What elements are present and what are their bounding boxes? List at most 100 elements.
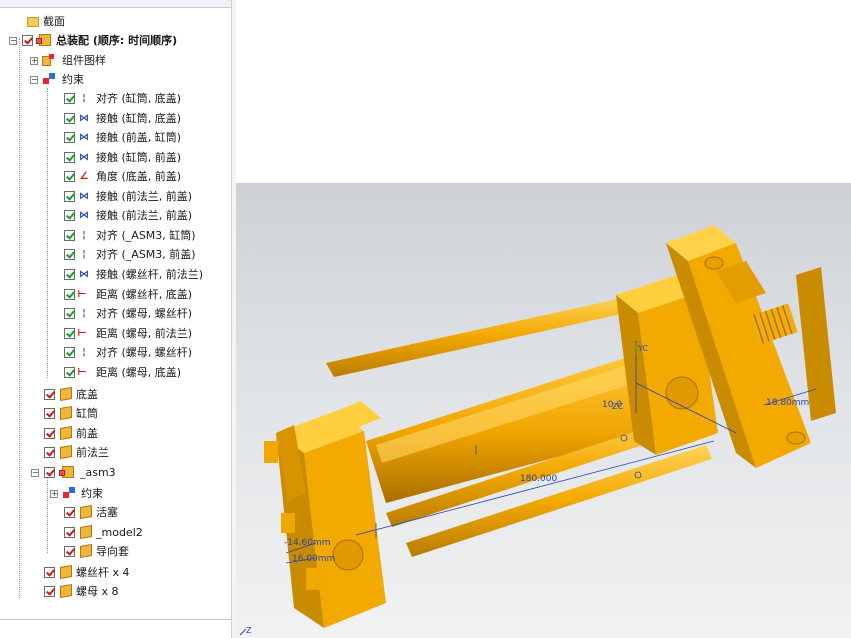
- checkbox-icon[interactable]: [64, 210, 75, 221]
- tree-item-constraint[interactable]: ⋈ 接触 (缸筒, 底盖): [0, 109, 230, 128]
- part-icon: [80, 504, 92, 520]
- collapse-toggle-icon[interactable]: −: [9, 37, 17, 45]
- distance-constraint-icon: ⊢: [77, 289, 87, 300]
- tree-item-label: 底盖: [76, 388, 98, 401]
- tree-item-component-pattern[interactable]: + 组件图样: [0, 51, 230, 70]
- tree-item-constraint[interactable]: ¦ 对齐 (螺母, 螺丝杆): [0, 343, 230, 362]
- tree-item-component[interactable]: 螺母 x 8: [0, 582, 230, 601]
- constraints-icon: [43, 73, 57, 85]
- part-icon: [60, 564, 72, 580]
- expand-toggle-icon[interactable]: +: [30, 57, 38, 65]
- tree-item-section[interactable]: 截面: [0, 12, 230, 31]
- tree-item-constraint[interactable]: ∠ 角度 (底盖, 前盖): [0, 167, 230, 186]
- tree-item-constraint[interactable]: ⋈ 接触 (前法兰, 前盖): [0, 206, 230, 225]
- tree-item-constraint[interactable]: ⋈ 接触 (螺丝杆, 前法兰): [0, 265, 230, 284]
- axis-label-yc: YC: [637, 344, 648, 353]
- checkbox-icon[interactable]: [64, 191, 75, 202]
- checkbox-icon[interactable]: [64, 367, 75, 378]
- touch-constraint-icon: ⋈: [79, 210, 89, 221]
- distance-constraint-icon: ⊢: [77, 328, 87, 339]
- tree-item-label: 截面: [43, 15, 65, 28]
- dimension-label[interactable]: 18.80mm: [766, 398, 809, 408]
- collapse-toggle-icon[interactable]: −: [31, 469, 39, 477]
- tree-item-label: 对齐 (螺母, 螺丝杆): [96, 307, 193, 320]
- checkbox-icon[interactable]: [44, 408, 55, 419]
- tree-item-component[interactable]: 底盖: [0, 385, 230, 404]
- tree-item-constraint[interactable]: ¦ 对齐 (_ASM3, 前盖): [0, 245, 230, 264]
- tree-item-constraint[interactable]: ¦ 对齐 (螺母, 螺丝杆): [0, 304, 230, 323]
- axis-label-z: Z: [246, 626, 252, 635]
- tree-item-label: 约束: [81, 487, 103, 500]
- checkbox-icon[interactable]: [44, 586, 55, 597]
- angle-constraint-icon: ∠: [79, 171, 89, 182]
- checkbox-icon[interactable]: [64, 230, 75, 241]
- tree-item-label: 缸筒: [76, 407, 98, 420]
- checkbox-icon[interactable]: [44, 428, 55, 439]
- tree-item-label: 螺母 x 8: [76, 585, 119, 598]
- tree-item-label: 总装配 (顺序: 时间顺序): [56, 34, 178, 47]
- checkbox-icon[interactable]: [22, 35, 33, 46]
- tree-item-component[interactable]: 前法兰: [0, 443, 230, 462]
- tree-item-label: 前盖: [76, 427, 98, 440]
- tree-item-label: 螺丝杆 x 4: [76, 566, 130, 579]
- tree-item-constraint[interactable]: ¦ 对齐 (_ASM3, 缸筒): [0, 226, 230, 245]
- tree-item-component[interactable]: 缸筒: [0, 404, 230, 423]
- tree-item-label: 对齐 (_ASM3, 缸筒): [96, 229, 196, 242]
- tree-item-constraint[interactable]: ⊢ 距离 (螺丝杆, 底盖): [0, 285, 230, 304]
- checkbox-icon[interactable]: [64, 527, 75, 538]
- touch-constraint-icon: ⋈: [79, 152, 89, 163]
- tree-item-component[interactable]: _model2: [0, 523, 230, 542]
- tree-item-label: 角度 (底盖, 前盖): [96, 170, 182, 183]
- tree-item-root-assembly[interactable]: − 总装配 (顺序: 时间顺序): [0, 31, 230, 50]
- checkbox-icon[interactable]: [64, 546, 75, 557]
- tree-item-constraints[interactable]: + 约束: [0, 484, 230, 503]
- tree-item-component[interactable]: 螺丝杆 x 4: [0, 563, 230, 582]
- checkbox-icon[interactable]: [64, 328, 75, 339]
- tree-item-component[interactable]: 活塞: [0, 503, 230, 522]
- tree-item-subassembly[interactable]: − _asm3: [0, 463, 230, 482]
- checkbox-icon[interactable]: [64, 347, 75, 358]
- tree-item-label: _asm3: [80, 466, 116, 479]
- checkbox-icon[interactable]: [64, 113, 75, 124]
- collapse-toggle-icon[interactable]: −: [30, 76, 38, 84]
- cylinder-assembly-model[interactable]: 180.000 -14.60mm 16.00mm 18.80mm 10.0 YC…: [236, 183, 851, 638]
- dimension-label[interactable]: 16.00mm: [292, 554, 335, 564]
- expand-toggle-icon[interactable]: +: [50, 490, 58, 498]
- checkbox-icon[interactable]: [64, 132, 75, 143]
- checkbox-icon[interactable]: [64, 152, 75, 163]
- tree-item-constraint[interactable]: ⋈ 接触 (前法兰, 前盖): [0, 187, 230, 206]
- tree-item-label: 对齐 (螺母, 螺丝杆): [96, 346, 193, 359]
- tree-item-label: 活塞: [96, 506, 118, 519]
- constraints-icon: [63, 487, 77, 499]
- tree-item-constraints[interactable]: − 约束: [0, 70, 230, 89]
- checkbox-icon[interactable]: [64, 308, 75, 319]
- checkbox-icon[interactable]: [64, 289, 75, 300]
- checkbox-icon[interactable]: [64, 249, 75, 260]
- tree-item-label: 距离 (螺母, 底盖): [96, 366, 182, 379]
- checkbox-icon[interactable]: [64, 93, 75, 104]
- tree-item-label: 导向套: [96, 545, 129, 558]
- tree-item-label: 接触 (前法兰, 前盖): [96, 190, 193, 203]
- tree-item-constraint[interactable]: ⊢ 距离 (螺母, 前法兰): [0, 324, 230, 343]
- tree-item-label: 对齐 (_ASM3, 前盖): [96, 248, 196, 261]
- tree-item-constraint[interactable]: ⋈ 接触 (前盖, 缸筒): [0, 128, 230, 147]
- checkbox-icon[interactable]: [64, 507, 75, 518]
- dimension-label[interactable]: 180.000: [520, 474, 557, 484]
- tree-item-constraint[interactable]: ¦ 对齐 (缸筒, 底盖): [0, 89, 230, 108]
- checkbox-icon[interactable]: [44, 467, 55, 478]
- checkbox-icon[interactable]: [44, 389, 55, 400]
- dimension-label[interactable]: -14.60mm: [284, 538, 331, 548]
- tree-item-component[interactable]: 前盖: [0, 424, 230, 443]
- tree-item-label: 接触 (缸筒, 底盖): [96, 112, 182, 125]
- tree-item-component[interactable]: 导向套: [0, 542, 230, 561]
- assembly-icon: [36, 34, 51, 46]
- graphics-window[interactable]: 180.000 -14.60mm 16.00mm 18.80mm 10.0 YC…: [236, 183, 851, 638]
- checkbox-icon[interactable]: [64, 171, 75, 182]
- checkbox-icon[interactable]: [64, 269, 75, 280]
- tree-item-constraint[interactable]: ⊢ 距离 (螺母, 底盖): [0, 363, 230, 382]
- navigator-header: [0, 0, 236, 8]
- tree-item-label: 约束: [62, 73, 84, 86]
- checkbox-icon[interactable]: [44, 447, 55, 458]
- tree-item-constraint[interactable]: ⋈ 接触 (缸筒, 前盖): [0, 148, 230, 167]
- checkbox-icon[interactable]: [44, 567, 55, 578]
